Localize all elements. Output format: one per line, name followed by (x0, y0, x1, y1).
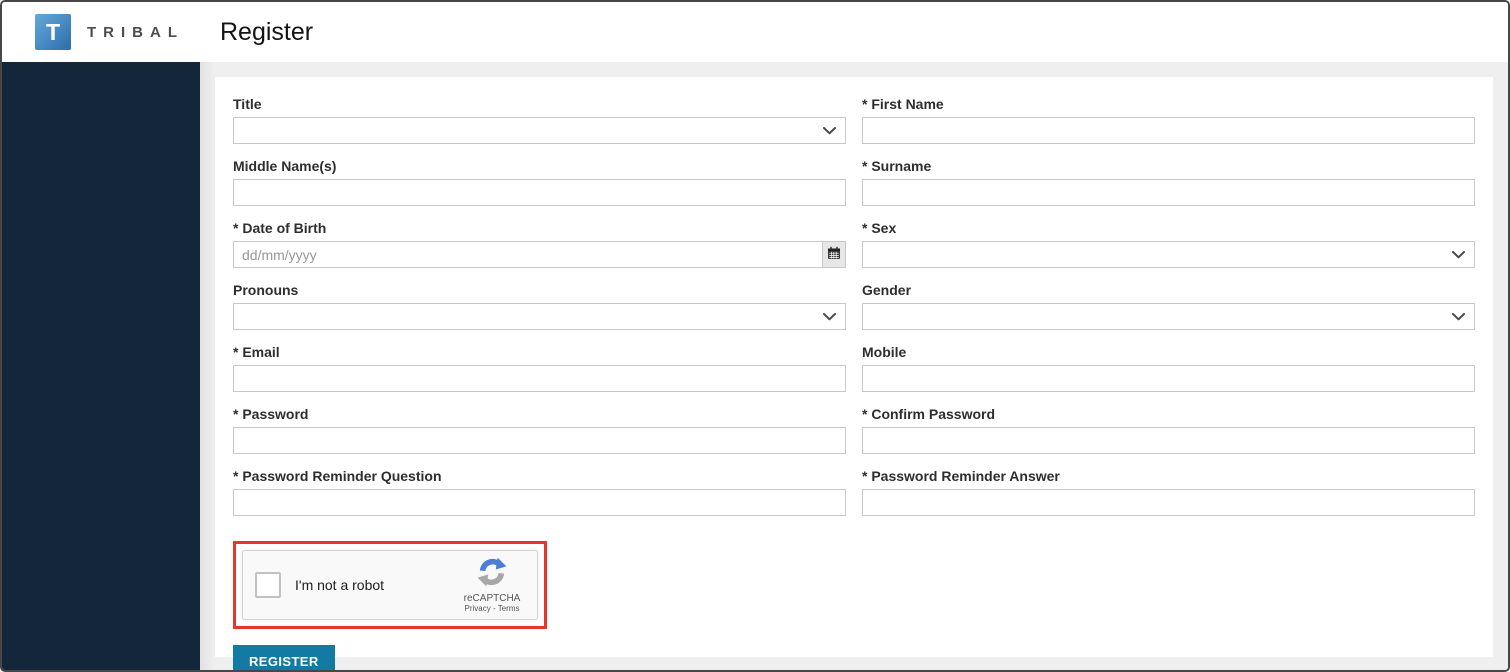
title-select[interactable] (233, 117, 846, 144)
tribal-logo-icon: T (35, 14, 71, 50)
field-label: Pronouns (233, 282, 846, 298)
field-label: * Password Reminder Answer (862, 468, 1475, 484)
field-label: * Password Reminder Question (233, 468, 846, 484)
app-header: T TRIBAL Register (2, 2, 1508, 62)
register-form-card: Title * First Name Middle Name(s) (215, 77, 1493, 657)
field-label: * Surname (862, 158, 1475, 174)
recaptcha-logo-icon (477, 557, 507, 592)
chevron-down-icon (823, 313, 836, 321)
middle-names-input[interactable] (233, 179, 846, 206)
recaptcha-brand: reCAPTCHA Privacy - Terms (455, 557, 529, 613)
field-label: * First Name (862, 96, 1475, 112)
tribal-logo: T TRIBAL (35, 14, 184, 50)
field-title: Title (233, 96, 846, 144)
brand-name: TRIBAL (87, 24, 184, 41)
field-sex: * Sex (862, 220, 1475, 268)
chevron-down-icon (823, 127, 836, 135)
field-middle-names: Middle Name(s) (233, 158, 846, 206)
page-title: Register (220, 18, 313, 47)
password-input[interactable] (233, 427, 846, 454)
chevron-down-icon (1452, 313, 1465, 321)
confirm-password-input[interactable] (862, 427, 1475, 454)
chevron-down-icon (1452, 251, 1465, 259)
date-of-birth-group (233, 241, 846, 268)
app-window: T TRIBAL Register Title (0, 0, 1510, 672)
surname-input[interactable] (862, 179, 1475, 206)
field-label: Title (233, 96, 846, 112)
recaptcha-privacy-terms-links[interactable]: Privacy - Terms (465, 604, 520, 613)
logo-letter: T (46, 19, 60, 46)
field-label: Gender (862, 282, 1475, 298)
first-name-input[interactable] (862, 117, 1475, 144)
captcha-annotation-box: I'm not a robot reCAPTCHA (233, 541, 547, 629)
gender-select[interactable] (862, 303, 1475, 330)
calendar-icon (827, 246, 841, 263)
date-of-birth-input[interactable] (233, 241, 823, 268)
body-row: Title * First Name Middle Name(s) (2, 62, 1508, 670)
password-reminder-question-input[interactable] (233, 489, 846, 516)
mobile-input[interactable] (862, 365, 1475, 392)
register-button-row: REGISTER (233, 629, 1475, 672)
register-form: Title * First Name Middle Name(s) (233, 96, 1475, 530)
field-password-reminder-question: * Password Reminder Question (233, 468, 846, 516)
sex-select[interactable] (862, 241, 1475, 268)
field-label: * Date of Birth (233, 220, 846, 236)
sidebar (2, 62, 200, 670)
field-gender: Gender (862, 282, 1475, 330)
field-first-name: * First Name (862, 96, 1475, 144)
field-surname: * Surname (862, 158, 1475, 206)
field-label: Mobile (862, 344, 1475, 360)
field-label: * Password (233, 406, 846, 422)
field-label: Middle Name(s) (233, 158, 846, 174)
field-email: * Email (233, 344, 846, 392)
password-reminder-answer-input[interactable] (862, 489, 1475, 516)
recaptcha-label: I'm not a robot (295, 577, 455, 593)
field-confirm-password: * Confirm Password (862, 406, 1475, 454)
recaptcha-checkbox[interactable] (255, 572, 281, 598)
field-label: * Confirm Password (862, 406, 1475, 422)
pronouns-select[interactable] (233, 303, 846, 330)
main-area: Title * First Name Middle Name(s) (200, 62, 1508, 670)
email-input[interactable] (233, 365, 846, 392)
field-label: * Sex (862, 220, 1475, 236)
recaptcha-brand-text: reCAPTCHA (464, 593, 521, 604)
field-label: * Email (233, 344, 846, 360)
field-mobile: Mobile (862, 344, 1475, 392)
field-password: * Password (233, 406, 846, 454)
field-date-of-birth: * Date of Birth (233, 220, 846, 268)
register-button[interactable]: REGISTER (233, 645, 335, 672)
calendar-button[interactable] (822, 241, 846, 268)
field-password-reminder-answer: * Password Reminder Answer (862, 468, 1475, 516)
recaptcha-widget: I'm not a robot reCAPTCHA (242, 550, 538, 620)
field-pronouns: Pronouns (233, 282, 846, 330)
